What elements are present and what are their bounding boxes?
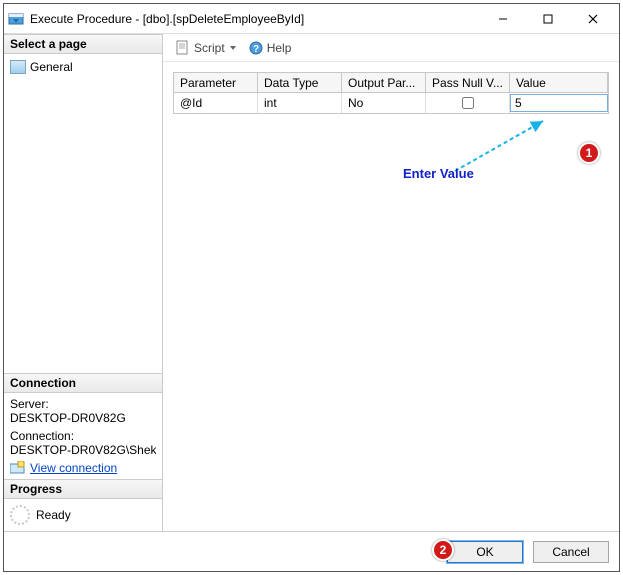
- col-value[interactable]: Value: [510, 73, 608, 93]
- parameter-grid: Parameter Data Type Output Par... Pass N…: [173, 72, 609, 114]
- close-button[interactable]: [570, 5, 615, 33]
- cell-datatype: int: [258, 93, 342, 113]
- help-icon: ?: [248, 40, 264, 56]
- page-icon: [10, 60, 26, 74]
- help-label: Help: [267, 41, 292, 55]
- progress-spinner-icon: [10, 505, 30, 525]
- passnull-checkbox[interactable]: [462, 97, 474, 109]
- select-page-header: Select a page: [4, 34, 162, 54]
- dialog-footer: 2 OK Cancel: [4, 531, 619, 571]
- script-label: Script: [194, 41, 225, 55]
- server-label: Server:: [10, 397, 156, 411]
- server-value: DESKTOP-DR0V82G: [10, 411, 156, 425]
- grid-header-row: Parameter Data Type Output Par... Pass N…: [174, 73, 608, 93]
- window-controls: [480, 5, 615, 33]
- annotation-enter-value: Enter Value: [403, 166, 474, 181]
- cell-passnull: [426, 93, 510, 113]
- connection-header: Connection: [4, 373, 162, 393]
- cancel-button[interactable]: Cancel: [533, 541, 609, 563]
- chevron-down-icon: [230, 46, 236, 50]
- pages-list: General: [4, 54, 162, 80]
- help-button[interactable]: ? Help: [244, 38, 296, 58]
- cell-parameter: @Id: [174, 93, 258, 113]
- ok-button[interactable]: OK: [447, 541, 523, 563]
- app-icon: [8, 11, 24, 27]
- view-connection-link[interactable]: View connection: [10, 461, 156, 475]
- page-general[interactable]: General: [10, 58, 156, 76]
- progress-row: Ready: [4, 499, 162, 531]
- window-title: Execute Procedure - [dbo].[spDeleteEmplo…: [30, 12, 480, 26]
- col-datatype[interactable]: Data Type: [258, 73, 342, 93]
- table-row: @Id int No: [174, 93, 608, 113]
- right-panel: Script ? Help Parameter Data Type Output…: [162, 34, 619, 531]
- col-passnull[interactable]: Pass Null V...: [426, 73, 510, 93]
- left-panel: Select a page General Connection Server:…: [4, 34, 162, 531]
- annotation-arrow: [445, 116, 555, 176]
- col-parameter[interactable]: Parameter: [174, 73, 258, 93]
- titlebar: Execute Procedure - [dbo].[spDeleteEmplo…: [4, 4, 619, 34]
- value-input[interactable]: [510, 94, 608, 112]
- ok-label: OK: [476, 545, 493, 559]
- progress-status: Ready: [36, 508, 71, 522]
- progress-header: Progress: [4, 479, 162, 499]
- cancel-label: Cancel: [552, 545, 589, 559]
- connection-label: Connection:: [10, 429, 156, 443]
- connection-value: DESKTOP-DR0V82G\Shek: [10, 443, 156, 457]
- script-icon: [175, 40, 191, 56]
- minimize-button[interactable]: [480, 5, 525, 33]
- svg-text:?: ?: [253, 44, 259, 55]
- cell-output: No: [342, 93, 426, 113]
- view-connection-label: View connection: [30, 461, 117, 475]
- maximize-button[interactable]: [525, 5, 570, 33]
- col-output[interactable]: Output Par...: [342, 73, 426, 93]
- callout-1: 1: [578, 142, 600, 164]
- dialog-window: Execute Procedure - [dbo].[spDeleteEmplo…: [3, 3, 620, 572]
- connection-section: Server: DESKTOP-DR0V82G Connection: DESK…: [4, 393, 162, 479]
- page-label: General: [30, 60, 73, 74]
- toolbar: Script ? Help: [163, 34, 619, 62]
- script-button[interactable]: Script: [171, 38, 240, 58]
- connection-icon: [10, 461, 26, 475]
- cell-value: [510, 93, 608, 113]
